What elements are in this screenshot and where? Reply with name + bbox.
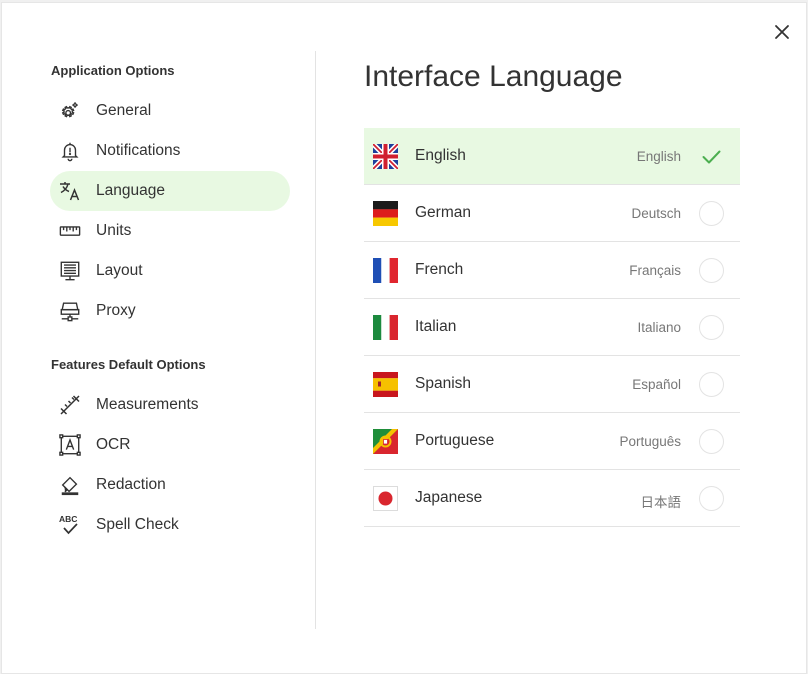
gear-icon — [58, 99, 82, 123]
language-radio[interactable] — [699, 429, 724, 454]
language-radio[interactable] — [699, 372, 724, 397]
uk-flag-icon — [373, 144, 398, 169]
language-name: Italian — [415, 318, 457, 335]
spain-flag-icon — [373, 372, 398, 397]
preferences-dialog: Application Options General Notification… — [1, 2, 807, 674]
measure-icon — [58, 393, 82, 417]
ruler-icon — [58, 219, 82, 243]
language-name: German — [415, 204, 471, 221]
sidebar-item-label: Measurements — [96, 396, 199, 413]
language-native-name: English — [636, 149, 681, 164]
language-name: Spanish — [415, 375, 472, 392]
language-name: French — [415, 261, 464, 278]
sidebar-item-label: Notifications — [96, 142, 181, 159]
language-native-name: 日本語 — [640, 495, 682, 510]
sidebar-item-measurements[interactable]: Measurements — [50, 385, 290, 425]
germany-flag-icon — [373, 201, 398, 226]
sidebar-item-label: Layout — [96, 262, 143, 279]
sidebar-item-general[interactable]: General — [50, 91, 290, 131]
sidebar-item-label: Spell Check — [96, 516, 179, 533]
sidebar-item-notifications[interactable]: Notifications — [50, 131, 290, 171]
ocr-icon — [58, 433, 82, 457]
language-list: English English German Deutsch French Fr… — [364, 128, 740, 527]
sidebar-item-label: Language — [96, 182, 165, 199]
portugal-flag-icon — [373, 429, 398, 454]
language-option-french[interactable]: French Français — [364, 242, 740, 299]
layout-icon — [58, 259, 82, 283]
language-native-name: Italiano — [637, 320, 681, 335]
sidebar-item-label: Units — [96, 222, 132, 239]
svg-text:ABC: ABC — [59, 514, 77, 524]
sidebar-item-ocr[interactable]: OCR — [50, 425, 290, 465]
language-radio[interactable] — [699, 486, 724, 511]
sidebar-item-label: General — [96, 102, 152, 119]
language-option-spanish[interactable]: Spanish Español — [364, 356, 740, 413]
language-option-japanese[interactable]: Japanese 日本語 — [364, 470, 740, 527]
eraser-icon — [58, 473, 82, 497]
language-native-name: Español — [632, 377, 681, 392]
checkmark-icon — [699, 144, 724, 169]
spellcheck-icon: ABC — [58, 513, 82, 537]
language-name: Japanese — [415, 489, 483, 506]
language-name: English — [415, 147, 466, 164]
italy-flag-icon — [373, 315, 398, 340]
close-button[interactable] — [770, 20, 794, 44]
language-native-name: Français — [629, 263, 681, 278]
language-option-english[interactable]: English English — [364, 128, 740, 185]
japan-flag-icon — [373, 486, 398, 511]
sidebar-item-units[interactable]: Units — [50, 211, 290, 251]
language-radio[interactable] — [699, 201, 724, 226]
sidebar-item-spell-check[interactable]: ABC Spell Check — [50, 505, 290, 545]
language-option-portuguese[interactable]: Portuguese Português — [364, 413, 740, 470]
language-name: Portuguese — [415, 432, 495, 449]
language-radio[interactable] — [699, 315, 724, 340]
proxy-icon — [58, 299, 82, 323]
sidebar-item-language[interactable]: Language — [50, 171, 290, 211]
language-native-name: Português — [619, 434, 681, 449]
language-native-name: Deutsch — [631, 206, 681, 221]
language-option-german[interactable]: German Deutsch — [364, 185, 740, 242]
section-heading-application-options: Application Options — [51, 63, 175, 78]
page-title: Interface Language — [364, 60, 623, 93]
panel-divider — [315, 51, 316, 629]
france-flag-icon — [373, 258, 398, 283]
language-radio[interactable] — [699, 258, 724, 283]
bell-icon — [58, 139, 82, 163]
section-heading-features-default-options: Features Default Options — [51, 357, 206, 372]
sidebar-item-label: Proxy — [96, 302, 136, 319]
sidebar-item-label: Redaction — [96, 476, 166, 493]
sidebar-item-proxy[interactable]: Proxy — [50, 291, 290, 331]
sidebar-item-layout[interactable]: Layout — [50, 251, 290, 291]
sidebar-item-redaction[interactable]: Redaction — [50, 465, 290, 505]
translate-icon — [58, 179, 82, 203]
language-option-italian[interactable]: Italian Italiano — [364, 299, 740, 356]
sidebar-item-label: OCR — [96, 436, 131, 453]
close-icon — [775, 25, 789, 39]
